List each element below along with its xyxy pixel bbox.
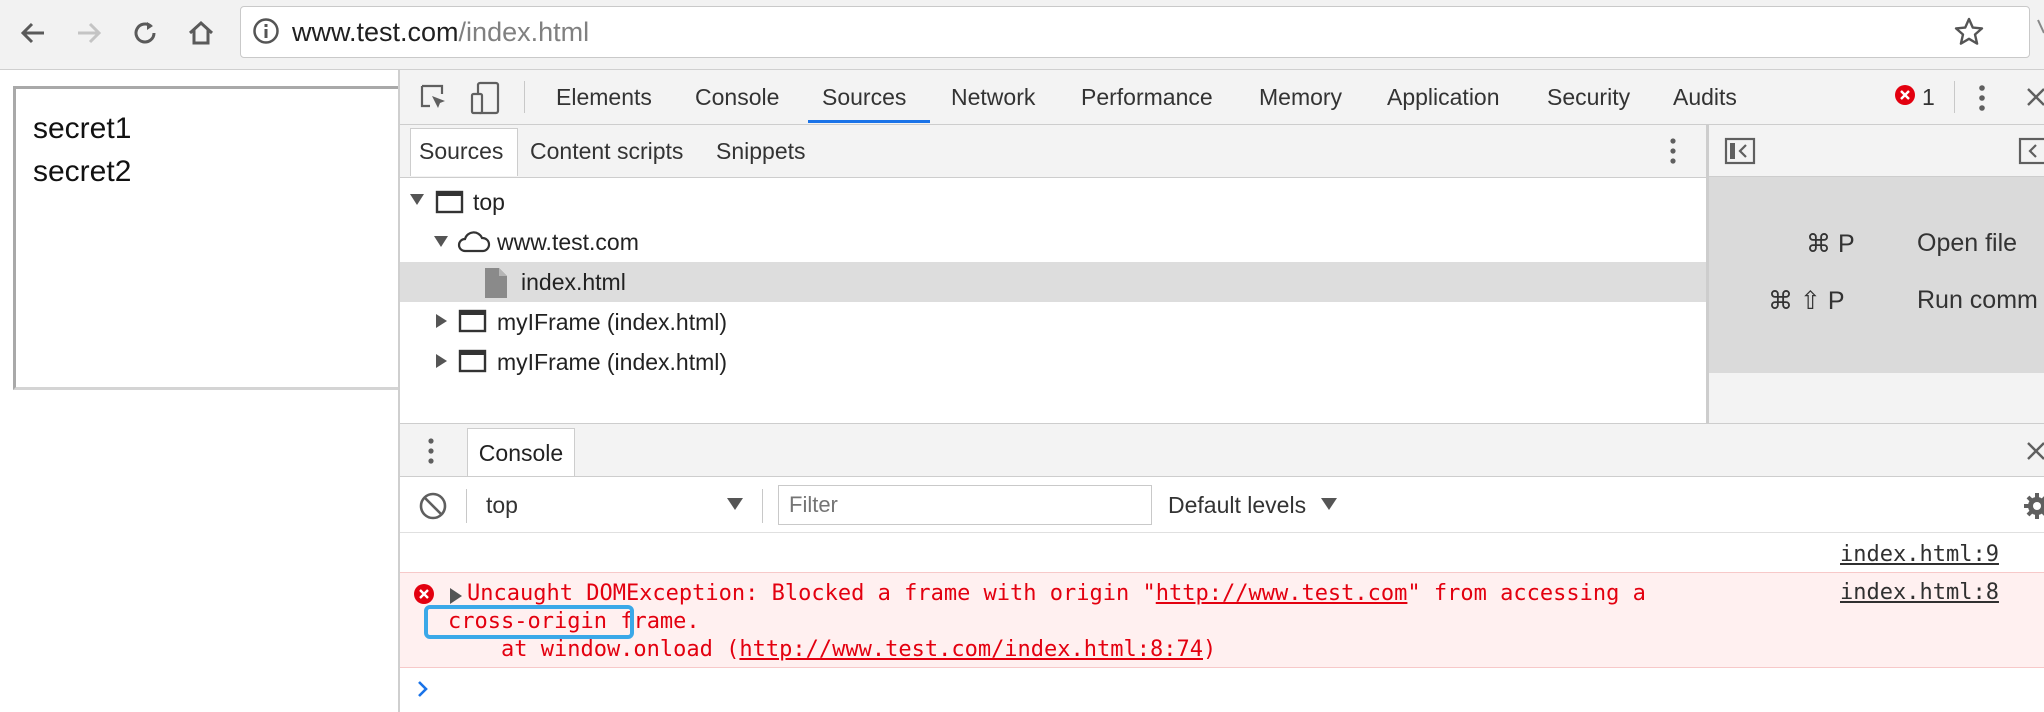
omnibox-edge (2036, 18, 2044, 48)
forward-button[interactable] (66, 10, 112, 56)
device-toolbar-icon[interactable] (470, 80, 504, 121)
tab-elements[interactable]: Elements (556, 70, 652, 124)
toggle-debugger-icon[interactable] (2018, 137, 2044, 165)
toggle-navigator-icon[interactable] (1724, 137, 1756, 170)
shortcut-run-command-keys: ⌘ ⇧ P (1768, 287, 1845, 315)
editor-placeholder (1707, 177, 2044, 373)
console-message (400, 540, 2044, 573)
frame-icon (458, 348, 488, 379)
console-settings-gear-icon[interactable] (2022, 491, 2044, 521)
forward-arrow-icon (78, 22, 102, 44)
tree-item-domain[interactable]: www.test.com (497, 222, 639, 262)
close-devtools-icon[interactable] (2024, 84, 2044, 115)
toolbar-divider (1954, 81, 1955, 113)
tree-item-iframe-1[interactable]: myIFrame (index.html) (497, 302, 727, 342)
tab-audits[interactable]: Audits (1673, 70, 1737, 124)
drawer-menu-icon[interactable] (424, 436, 438, 471)
more-options-icon[interactable] (1975, 82, 1989, 119)
stack-trace-link[interactable]: http://www.test.com/index.html:8:74 (739, 637, 1203, 662)
collapsed-arrow-icon[interactable] (432, 352, 450, 375)
expand-arrow-icon[interactable] (432, 232, 450, 255)
tree-item-top[interactable]: top (473, 182, 505, 222)
url-text[interactable]: www.test.com/index.html (292, 15, 589, 49)
tab-console[interactable]: Console (695, 70, 779, 124)
error-text: " from accessing a (1407, 581, 1646, 606)
frame-icon (435, 189, 465, 220)
toolbar-divider (762, 489, 763, 523)
log-levels-select[interactable]: Default levels (1168, 477, 1306, 533)
reload-button[interactable] (122, 10, 168, 56)
subtab-snippets[interactable]: Snippets (716, 125, 806, 177)
tab-performance[interactable]: Performance (1081, 70, 1213, 124)
active-tab-indicator (808, 120, 930, 123)
cloud-icon (456, 229, 492, 260)
drawer-tab-console[interactable]: Console (467, 428, 575, 476)
error-count-icon[interactable] (1894, 84, 1916, 111)
tab-network[interactable]: Network (951, 70, 1035, 124)
shortcut-open-file-label[interactable]: Open file (1917, 229, 2017, 258)
tab-memory[interactable]: Memory (1259, 70, 1342, 124)
error-count[interactable]: 1 (1922, 70, 1935, 124)
frame-icon (458, 308, 488, 339)
console-filter-input[interactable] (778, 485, 1152, 525)
toolbar-divider (466, 489, 467, 523)
back-button[interactable] (10, 10, 56, 56)
shortcut-open-file-keys: ⌘ P (1806, 230, 1855, 258)
collapsed-arrow-icon[interactable] (432, 312, 450, 335)
inspect-element-icon[interactable] (418, 82, 450, 119)
error-origin-link[interactable]: http://www.test.com (1156, 581, 1408, 606)
error-text: ) (1203, 637, 1217, 662)
url-host: www.test.com (292, 17, 459, 47)
editor-statusbar (1707, 373, 2044, 423)
reload-icon (134, 22, 156, 44)
page-text-line-2: secret2 (33, 155, 132, 188)
error-text: at window.onload ( (448, 637, 740, 662)
navigator-more-icon[interactable] (1666, 136, 1680, 171)
editor-toolbar (1707, 125, 2044, 177)
error-line-3: at window.onload (http://www.test.com/in… (448, 636, 1216, 664)
clear-console-icon[interactable] (418, 491, 448, 526)
home-button[interactable] (178, 10, 224, 56)
annotation-highlight-box (424, 605, 634, 639)
back-arrow-icon (20, 22, 44, 44)
tree-item-iframe-2[interactable]: myIFrame (index.html) (497, 342, 727, 382)
tab-security[interactable]: Security (1547, 70, 1630, 124)
url-path: /index.html (458, 17, 590, 47)
error-text: Uncaught DOMException: Blocked a frame w… (467, 581, 1156, 606)
context-select-value[interactable]: top (486, 477, 518, 533)
page-text-line-1: secret1 (33, 112, 132, 145)
tab-application[interactable]: Application (1387, 70, 1500, 124)
toolbar-divider (524, 81, 525, 113)
bookmark-star-icon[interactable] (1953, 16, 1985, 53)
error-source-link[interactable]: index.html:8 (1840, 580, 1999, 605)
file-icon (483, 267, 509, 304)
tree-item-file[interactable]: index.html (521, 262, 626, 302)
expand-arrow-icon[interactable] (408, 190, 426, 213)
site-info-icon[interactable] (252, 17, 280, 50)
shortcut-run-command-label[interactable]: Run comm (1917, 286, 2038, 315)
error-line-1: Uncaught DOMException: Blocked a frame w… (467, 580, 1646, 608)
console-prompt-icon[interactable] (416, 679, 430, 704)
message-source-link[interactable]: index.html:9 (1840, 542, 1999, 567)
levels-dropdown-icon[interactable] (1320, 496, 1338, 517)
subtab-sources[interactable]: Sources (419, 125, 503, 177)
home-icon (188, 20, 214, 45)
tab-sources[interactable]: Sources (822, 70, 906, 124)
close-drawer-icon[interactable] (2024, 438, 2044, 469)
context-dropdown-icon[interactable] (726, 496, 744, 517)
subtab-content-scripts[interactable]: Content scripts (530, 125, 683, 177)
drawer-tab-bar (400, 423, 2044, 477)
